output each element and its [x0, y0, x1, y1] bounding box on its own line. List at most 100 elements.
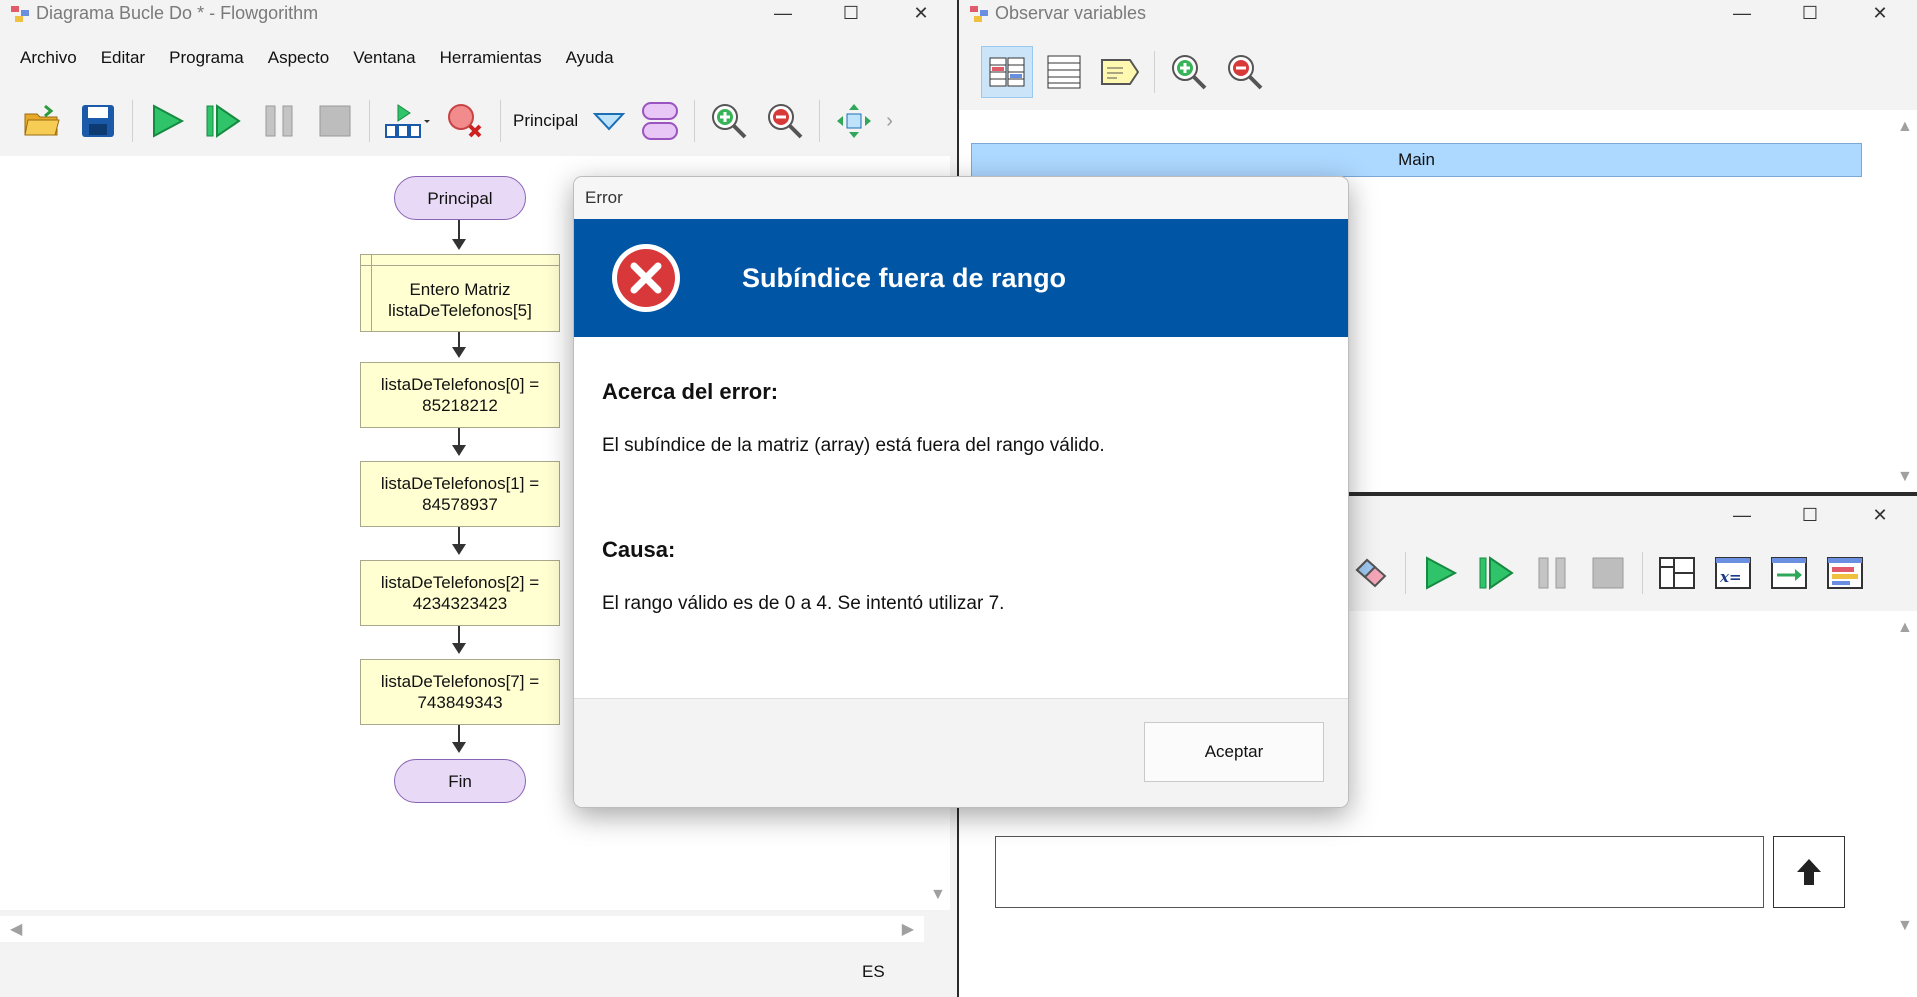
flow-arrow	[452, 527, 466, 555]
flow-arrow	[452, 626, 466, 654]
assign-node-0[interactable]: listaDeTelefonos[0] = 85218212	[360, 362, 560, 428]
assign-node-1[interactable]: listaDeTelefonos[1] = 84578937	[360, 461, 560, 527]
watch-list-view-button[interactable]	[1039, 47, 1089, 97]
dialog-footer: Aceptar	[574, 698, 1348, 807]
scroll-up-arrow-icon[interactable]: ▲	[1897, 619, 1913, 637]
minimize-button[interactable]: —	[1713, 0, 1771, 27]
stop-button[interactable]	[310, 96, 360, 146]
open-folder-icon	[24, 104, 60, 136]
toolbar-separator	[369, 100, 370, 142]
open-folder-button[interactable]	[17, 96, 67, 146]
scroll-left-arrow-icon[interactable]: ◀	[10, 919, 22, 939]
language-indicator[interactable]: ES	[862, 962, 885, 982]
watch-zoom-in-button[interactable]	[1164, 47, 1214, 97]
clear-breakpoint-icon	[448, 104, 482, 138]
assign-3-line-1: listaDeTelefonos[7] =	[380, 672, 540, 691]
output-lines-icon	[1827, 557, 1863, 589]
console-clear-button[interactable]	[1346, 548, 1396, 598]
scroll-down-arrow-icon[interactable]: ▼	[1897, 917, 1913, 935]
console-run-button[interactable]	[1415, 548, 1465, 598]
end-node[interactable]: Fin	[394, 759, 526, 803]
scroll-down-arrow-icon[interactable]: ▼	[930, 886, 946, 904]
menu-archivo[interactable]: Archivo	[8, 48, 89, 68]
assign-0-line-1: listaDeTelefonos[0] =	[380, 375, 540, 394]
minimize-button[interactable]: —	[754, 0, 812, 27]
assign-2-line-2: 4234323423	[412, 594, 508, 613]
step-button[interactable]	[198, 96, 248, 146]
fit-view-button[interactable]	[829, 96, 879, 146]
minimize-button[interactable]: —	[1713, 496, 1771, 534]
watch-main-label: Main	[1398, 150, 1435, 169]
declare-line-2: listaDeTelefonos[5]	[388, 301, 532, 320]
pause-icon	[1538, 557, 1566, 589]
zoom-in-icon	[712, 104, 747, 139]
maximize-button[interactable]: ☐	[822, 0, 880, 27]
pause-icon	[265, 105, 293, 137]
console-variable-button[interactable]: x=	[1708, 548, 1758, 598]
functions-icon	[642, 102, 679, 140]
save-button[interactable]	[73, 96, 123, 146]
declare-node[interactable]: Entero Matriz listaDeTelefonos[5]	[360, 254, 560, 332]
console-pause-button[interactable]	[1527, 548, 1577, 598]
scroll-up-arrow-icon[interactable]: ▲	[1897, 118, 1913, 136]
menu-aspecto[interactable]: Aspecto	[256, 48, 341, 68]
watch-label-button[interactable]	[1095, 47, 1145, 97]
console-vertical-scrollbar[interactable]: ▲ ▼	[1891, 611, 1917, 997]
zoom-in-button[interactable]	[704, 96, 754, 146]
declare-line-1: Entero Matriz	[409, 280, 511, 299]
toolbar-overflow-icon[interactable]: ›	[886, 110, 893, 133]
clear-breakpoints-button[interactable]	[441, 96, 491, 146]
console-toolbar: x=	[1343, 538, 1873, 608]
console-layout-button[interactable]	[1652, 548, 1702, 598]
scroll-right-arrow-icon[interactable]: ▶	[902, 919, 914, 939]
console-input-button[interactable]	[1764, 548, 1814, 598]
flow-arrow	[452, 428, 466, 456]
menu-ventana[interactable]: Ventana	[341, 48, 427, 68]
maximize-button[interactable]: ☐	[1781, 496, 1839, 534]
assign-node-3[interactable]: listaDeTelefonos[7] = 743849343	[360, 659, 560, 725]
list-view-icon	[1047, 55, 1081, 89]
assign-1-line-1: listaDeTelefonos[1] =	[380, 474, 540, 493]
menu-herramientas[interactable]: Herramientas	[428, 48, 554, 68]
menu-ayuda[interactable]: Ayuda	[554, 48, 626, 68]
declare-node-inner-line	[361, 265, 559, 266]
menu-programa[interactable]: Programa	[157, 48, 256, 68]
close-button[interactable]: ✕	[1851, 0, 1909, 27]
flowgorithm-app-icon	[11, 5, 29, 22]
breakpoint-layout-button[interactable]	[379, 96, 435, 146]
close-button[interactable]: ✕	[892, 0, 950, 27]
run-button[interactable]	[142, 96, 192, 146]
assign-1-line-2: 84578937	[422, 495, 498, 514]
console-output-button[interactable]	[1820, 548, 1870, 598]
zoom-out-button[interactable]	[760, 96, 810, 146]
flow-arrow	[452, 332, 466, 358]
error-x-icon	[612, 244, 680, 312]
pause-button[interactable]	[254, 96, 304, 146]
function-selector[interactable]: Principal	[513, 109, 626, 133]
dialog-titlebar: Error	[574, 177, 1348, 219]
arrow-up-icon	[1797, 859, 1821, 885]
console-input-field[interactable]	[995, 836, 1764, 908]
console-step-button[interactable]	[1471, 548, 1521, 598]
watch-zoom-out-button[interactable]	[1220, 47, 1270, 97]
canvas-horizontal-scrollbar[interactable]: ◀ ▶	[0, 916, 924, 942]
zoom-out-icon	[1228, 55, 1263, 90]
manage-functions-button[interactable]	[635, 96, 685, 146]
close-button[interactable]: ✕	[1851, 496, 1909, 534]
accept-button[interactable]: Aceptar	[1144, 722, 1324, 782]
watch-vertical-scrollbar[interactable]: ▲ ▼	[1891, 110, 1917, 492]
assign-node-2[interactable]: listaDeTelefonos[2] = 4234323423	[360, 560, 560, 626]
start-node[interactable]: Principal	[394, 176, 526, 220]
table-view-icon	[989, 57, 1025, 87]
input-arrow-icon	[1771, 557, 1807, 589]
console-stop-button[interactable]	[1583, 548, 1633, 598]
watch-table-view-button[interactable]	[981, 46, 1033, 98]
chevron-down-icon	[592, 113, 626, 131]
menu-editar[interactable]: Editar	[89, 48, 157, 68]
maximize-button[interactable]: ☐	[1781, 0, 1839, 27]
toolbar-separator	[819, 100, 821, 142]
flow-arrow	[452, 220, 466, 250]
step-forward-icon	[1479, 556, 1514, 590]
console-submit-button[interactable]	[1773, 836, 1845, 908]
scroll-down-arrow-icon[interactable]: ▼	[1897, 468, 1913, 486]
